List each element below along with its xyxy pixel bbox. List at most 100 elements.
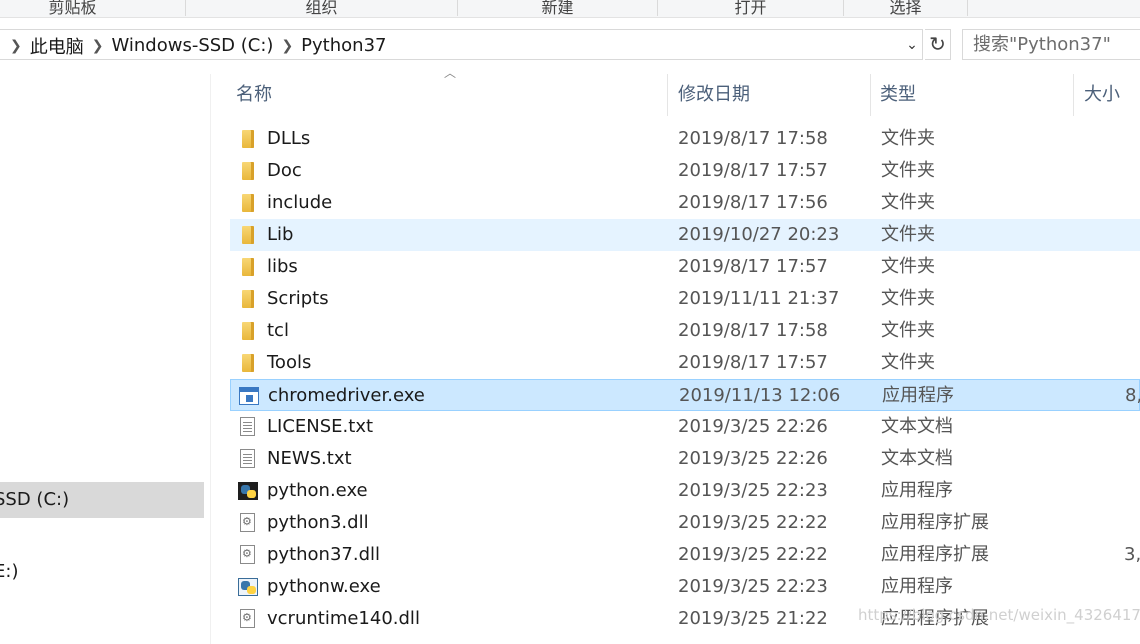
- file-date: 2019/8/17 17:57: [678, 256, 828, 277]
- file-name: Scripts: [267, 288, 329, 309]
- file-row[interactable]: Lib 2019/10/27 20:23 文件夹: [230, 219, 1140, 251]
- file-row[interactable]: python.exe 2019/3/25 22:23 应用程序: [230, 475, 1140, 507]
- column-header-type[interactable]: 类型: [871, 74, 1074, 116]
- file-row[interactable]: include 2019/8/17 17:56 文件夹: [230, 187, 1140, 219]
- file-type: 应用程序: [881, 576, 953, 597]
- text-document-icon: [240, 449, 255, 468]
- file-type: 应用程序扩展: [881, 512, 989, 533]
- address-row: ❯ 此电脑 ❯ Windows-SSD (C:) ❯ Python37 ⌄ ↻ …: [0, 29, 1140, 61]
- file-row[interactable]: python3.dll 2019/3/25 22:22 应用程序扩展: [230, 507, 1140, 539]
- file-date: 2019/3/25 22:26: [678, 416, 828, 437]
- folder-icon: [242, 322, 254, 340]
- file-type: 文件夹: [881, 352, 935, 373]
- file-type: 文本文档: [881, 416, 953, 437]
- file-type: 应用程序扩展: [881, 544, 989, 565]
- file-date: 2019/3/25 22:23: [678, 576, 828, 597]
- file-type: 文件夹: [881, 320, 935, 341]
- file-type: 应用程序: [881, 480, 953, 501]
- search-input[interactable]: 搜索"Python37": [962, 29, 1140, 60]
- breadcrumb-drive-c[interactable]: Windows-SSD (C:): [111, 35, 273, 56]
- breadcrumb-python37[interactable]: Python37: [301, 35, 386, 56]
- file-name: Lib: [267, 224, 294, 245]
- file-row[interactable]: libs 2019/8/17 17:57 文件夹: [230, 251, 1140, 283]
- file-name: tcl: [267, 320, 289, 341]
- file-date: 2019/8/17 17:58: [678, 128, 828, 149]
- ribbon-group-open: 打开: [658, 0, 844, 17]
- watermark: https://blog.csdn.net/weixin_43264177: [858, 606, 1140, 624]
- text-document-icon: [240, 417, 255, 436]
- refresh-icon[interactable]: ↻: [925, 29, 951, 60]
- address-history-dropdown-icon[interactable]: ⌄: [904, 37, 920, 53]
- file-name: include: [267, 192, 333, 213]
- column-header-size[interactable]: 大小: [1074, 74, 1140, 116]
- breadcrumb: ❯ 此电脑 ❯ Windows-SSD (C:) ❯ Python37: [10, 30, 386, 61]
- file-date: 2019/3/25 22:22: [678, 512, 828, 533]
- file-name: Tools: [267, 352, 312, 373]
- column-header-name[interactable]: 名称: [216, 74, 668, 116]
- file-row[interactable]: NEWS.txt 2019/3/25 22:26 文本文档: [230, 443, 1140, 475]
- dll-icon: [240, 513, 255, 532]
- file-name: libs: [267, 256, 298, 277]
- file-size: 8,0: [1125, 385, 1140, 406]
- file-type: 文件夹: [881, 192, 935, 213]
- chevron-right-icon[interactable]: ❯: [10, 38, 22, 54]
- file-size: 3,: [1124, 544, 1140, 565]
- ribbon-group-labels: 剪贴板 组织 新建 打开 选择: [0, 0, 1140, 18]
- folder-icon: [242, 354, 254, 372]
- file-date: 2019/10/27 20:23: [678, 224, 840, 245]
- address-bar[interactable]: ❯ 此电脑 ❯ Windows-SSD (C:) ❯ Python37 ⌄: [0, 29, 923, 60]
- file-name: DLLs: [267, 128, 311, 149]
- navigation-pane: SSD (C:) E:): [0, 74, 211, 644]
- ribbon-group-clipboard: 剪贴板: [0, 0, 186, 17]
- file-row[interactable]: python37.dll 2019/3/25 22:22 应用程序扩展 3,: [230, 539, 1140, 571]
- file-type: 文件夹: [881, 256, 935, 277]
- breadcrumb-this-pc[interactable]: 此电脑: [30, 33, 84, 59]
- folder-icon: [242, 226, 254, 244]
- file-row[interactable]: LICENSE.txt 2019/3/25 22:26 文本文档: [230, 411, 1140, 443]
- file-row[interactable]: DLLs 2019/8/17 17:58 文件夹: [230, 123, 1140, 155]
- folder-icon: [242, 258, 254, 276]
- nav-item-drive-e[interactable]: E:): [0, 554, 204, 590]
- file-date: 2019/3/25 22:22: [678, 544, 828, 565]
- nav-item-label: E:): [0, 561, 19, 582]
- file-row[interactable]: Tools 2019/8/17 17:57 文件夹: [230, 347, 1140, 379]
- file-date: 2019/3/25 21:22: [678, 608, 828, 629]
- file-row[interactable]: Scripts 2019/11/11 21:37 文件夹: [230, 283, 1140, 315]
- file-type: 文件夹: [881, 128, 935, 149]
- file-date: 2019/3/25 22:26: [678, 448, 828, 469]
- file-row[interactable]: Doc 2019/8/17 17:57 文件夹: [230, 155, 1140, 187]
- file-row[interactable]: tcl 2019/8/17 17:58 文件夹: [230, 315, 1140, 347]
- file-row[interactable]: pythonw.exe 2019/3/25 22:23 应用程序: [230, 571, 1140, 603]
- file-date: 2019/11/13 12:06: [679, 385, 841, 406]
- file-type: 文件夹: [881, 224, 935, 245]
- folder-icon: [242, 290, 254, 308]
- file-name: vcruntime140.dll: [267, 608, 420, 629]
- column-header-row: ︿ 名称 修改日期 类型 大小: [216, 66, 1140, 116]
- file-date: 2019/8/17 17:56: [678, 192, 828, 213]
- application-icon: [239, 387, 259, 405]
- nav-item-ssd-c[interactable]: SSD (C:): [0, 482, 204, 518]
- column-header-date[interactable]: 修改日期: [668, 74, 871, 116]
- folder-icon: [242, 194, 254, 212]
- ribbon-group-organize: 组织: [186, 0, 458, 17]
- file-name: LICENSE.txt: [267, 416, 374, 437]
- folder-icon: [242, 130, 254, 148]
- file-type: 应用程序: [882, 385, 954, 406]
- file-name: python.exe: [267, 480, 368, 501]
- dll-icon: [240, 609, 255, 628]
- ribbon-group-new: 新建: [458, 0, 658, 17]
- file-type: 文件夹: [881, 160, 935, 181]
- file-name: pythonw.exe: [267, 576, 381, 597]
- file-name: NEWS.txt: [267, 448, 352, 469]
- file-type: 文本文档: [881, 448, 953, 469]
- folder-icon: [242, 162, 254, 180]
- python-icon: [238, 578, 258, 596]
- chevron-right-icon[interactable]: ❯: [281, 38, 293, 54]
- chevron-right-icon[interactable]: ❯: [92, 38, 104, 54]
- file-type: 文件夹: [881, 288, 935, 309]
- file-date: 2019/3/25 22:23: [678, 480, 828, 501]
- file-date: 2019/8/17 17:57: [678, 352, 828, 373]
- file-name: chromedriver.exe: [268, 385, 425, 406]
- file-row-selected[interactable]: chromedriver.exe 2019/11/13 12:06 应用程序 8…: [230, 379, 1140, 411]
- dll-icon: [240, 545, 255, 564]
